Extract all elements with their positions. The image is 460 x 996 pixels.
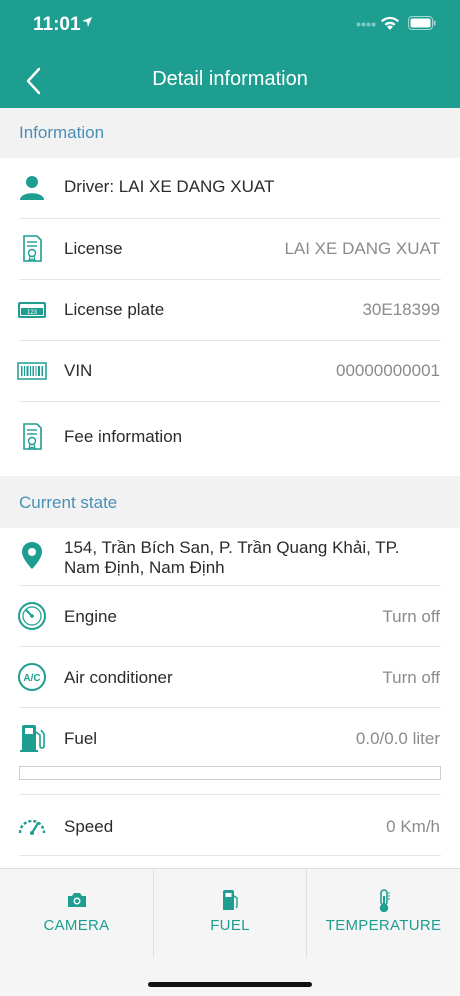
- ac-icon-text: A/C: [23, 673, 40, 684]
- speed-value: 0 Km/h: [386, 817, 440, 836]
- information-list: Driver: LAI XE DANG XUAT License LAI XE …: [0, 158, 460, 476]
- wifi-icon: [381, 16, 399, 30]
- current-state-list: 154, Trần Bích San, P. Trần Quang Khải, …: [0, 528, 460, 868]
- thermometer-icon: [379, 889, 390, 913]
- camera-icon: [67, 893, 86, 907]
- divider: [19, 855, 441, 856]
- location-pin-icon: [22, 542, 42, 569]
- license-plate-icon: 123: [18, 302, 46, 318]
- fee-information-label: Fee information: [64, 427, 183, 446]
- speed-row[interactable]: Speed 0 Km/h: [0, 795, 460, 856]
- fuel-value: 0.0/0.0 liter: [355, 729, 440, 748]
- address-text: 154, Trần Bích San, P. Trần Quang Khải, …: [64, 538, 400, 577]
- fuel-icon: [223, 890, 238, 910]
- page-title: Detail information: [152, 68, 308, 90]
- license-value: LAI XE DANG XUAT: [284, 239, 440, 258]
- barcode-icon: [17, 362, 47, 380]
- engine-label: Engine: [64, 607, 117, 626]
- ac-icon: A/C: [18, 663, 46, 691]
- fuel-level-bar: [19, 766, 441, 780]
- fuel-row[interactable]: Fuel 0.0/0.0 liter: [0, 708, 460, 795]
- plate-icon-text: 123: [27, 310, 38, 316]
- tab-temperature[interactable]: TEMPERATURE: [307, 869, 460, 959]
- signal-dots-icon: [356, 22, 376, 27]
- bottom-tab-bar: CAMERA FUEL TEMPERATURE: [0, 868, 460, 959]
- fee-information-row[interactable]: Fee information: [0, 402, 460, 476]
- speed-label: Speed: [64, 817, 114, 836]
- battery-icon: [408, 16, 436, 30]
- section-title-information: Information: [0, 108, 460, 158]
- tab-fuel-label: FUEL: [210, 917, 250, 934]
- vin-label: VIN: [64, 361, 93, 380]
- fuel-label: Fuel: [64, 729, 98, 748]
- engine-row[interactable]: Engine Turn off: [0, 586, 460, 647]
- license-label: License: [64, 239, 123, 258]
- home-indicator-area: [0, 958, 460, 996]
- air-conditioner-label: Air conditioner: [64, 668, 173, 687]
- fuel-pump-icon: [20, 725, 45, 752]
- fee-certificate-icon: [23, 423, 42, 451]
- vin-value: 00000000001: [335, 361, 440, 380]
- tab-camera-label: CAMERA: [43, 917, 110, 934]
- tab-fuel[interactable]: FUEL: [154, 869, 306, 959]
- engine-gauge-icon: [18, 602, 46, 630]
- driver-label: Driver: LAI XE DANG XUAT: [64, 177, 275, 196]
- air-conditioner-row[interactable]: A/C Air conditioner Turn off: [0, 647, 460, 708]
- license-certificate-icon: [23, 235, 42, 263]
- home-indicator[interactable]: [148, 982, 312, 987]
- app-header: 11:01 Detail information: [0, 0, 460, 108]
- engine-value: Turn off: [382, 607, 440, 626]
- license-plate-value: 30E18399: [362, 300, 440, 319]
- address-row[interactable]: 154, Trần Bích San, P. Trần Quang Khải, …: [0, 528, 460, 586]
- person-icon: [20, 176, 44, 200]
- license-row[interactable]: License LAI XE DANG XUAT: [0, 219, 460, 280]
- license-plate-label: License plate: [64, 300, 165, 319]
- driver-row[interactable]: Driver: LAI XE DANG XUAT: [0, 158, 460, 219]
- tab-camera[interactable]: CAMERA: [0, 869, 153, 959]
- license-plate-row[interactable]: 123 License plate 30E18399: [0, 280, 460, 341]
- status-bar: 11:01: [0, 0, 460, 46]
- status-time: 11:01: [33, 14, 81, 35]
- air-conditioner-value: Turn off: [382, 668, 440, 687]
- vin-row[interactable]: VIN 00000000001: [0, 341, 460, 402]
- speedometer-icon: [18, 819, 46, 835]
- section-title-current-state: Current state: [0, 478, 460, 528]
- tab-temperature-label: TEMPERATURE: [325, 917, 442, 934]
- location-arrow-icon: [82, 17, 92, 27]
